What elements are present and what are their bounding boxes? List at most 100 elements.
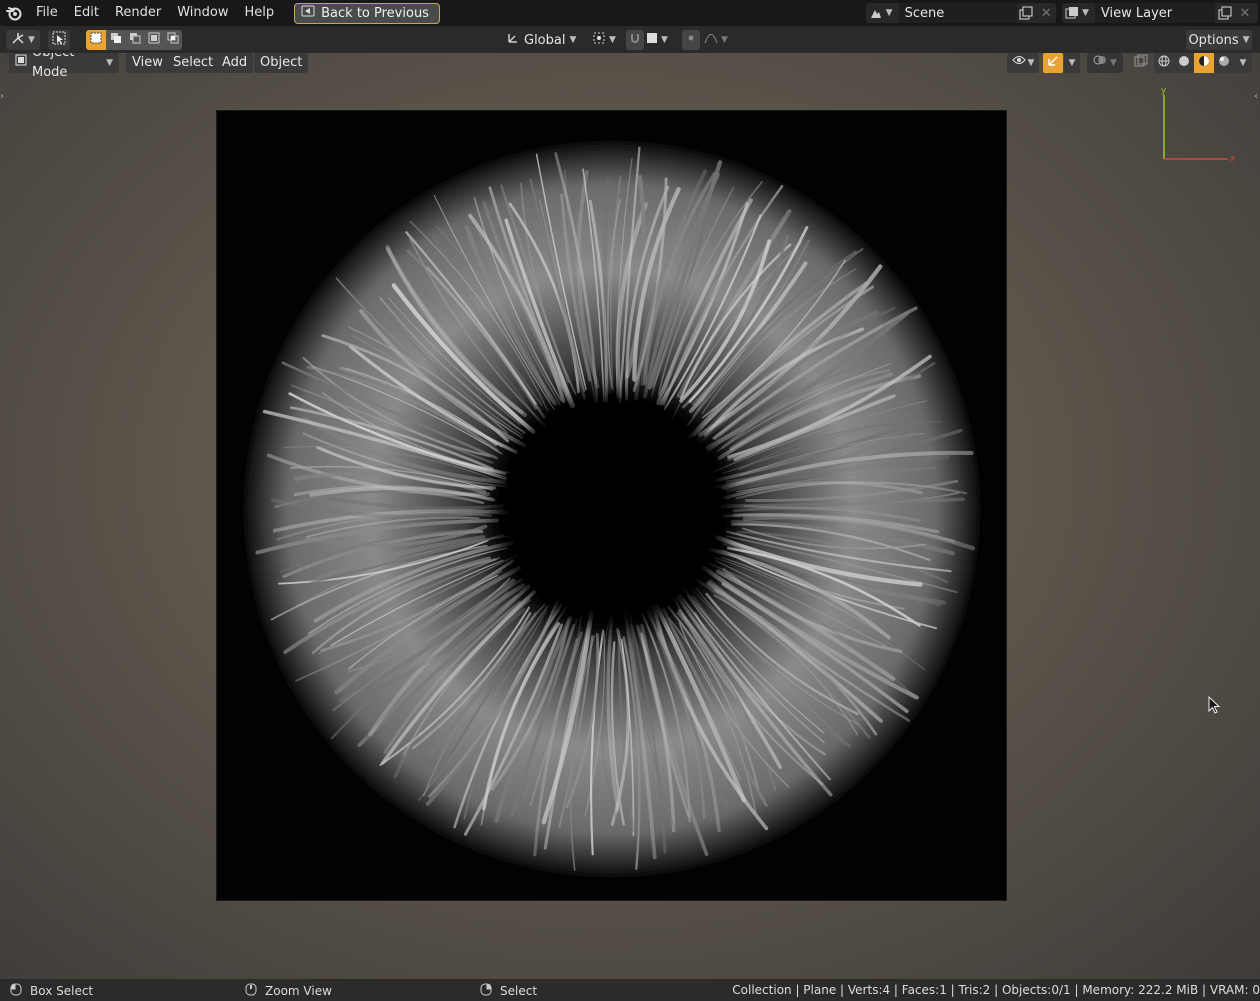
object-mode-icon [15,53,27,73]
blender-logo-icon[interactable] [0,0,28,26]
x-axis-label: x [1230,154,1236,164]
chevron-down-icon: ▼ [28,35,35,45]
textured-plane[interactable] [216,110,1007,901]
back-to-previous-button[interactable]: Back to Previous [294,2,440,24]
rendered-shading-button[interactable] [1214,53,1234,73]
menu-render[interactable]: Render [107,2,169,24]
back-to-previous-label: Back to Previous [321,5,429,21]
rendered-sphere-icon [1218,55,1230,71]
falloff-curve-icon [704,32,718,48]
selection-mode-group [86,30,182,50]
proportional-falloff-dropdown[interactable]: ▼ [704,30,734,50]
mouse-right-icon [480,983,492,999]
orientation-label: Global [524,32,566,48]
xray-toggle[interactable] [1131,53,1151,73]
tool-header: ▼ Global ▼ ▼ ▼ ▼ Options ▼ [0,26,1260,53]
transform-orientation-dropdown[interactable]: Global ▼ [506,30,584,50]
scene-icon [866,3,886,23]
close-icon[interactable]: ✕ [1036,3,1056,23]
mode-new-selection-button[interactable] [86,30,106,50]
duplicate-view-layer-icon[interactable] [1215,3,1235,23]
chevron-down-icon: ▼ [721,35,728,45]
chevron-down-icon: ▼ [1110,58,1117,68]
viewport-menu-select[interactable]: Select [167,53,220,73]
viewport-menu-object[interactable]: Object [254,53,309,73]
wireframe-shading-button[interactable] [1154,53,1174,73]
y-axis-label: y [1161,86,1167,96]
chevron-down-icon: ▼ [1027,58,1035,68]
gizmo-dropdown[interactable]: ▼ [1064,53,1080,73]
mode-intersect-selection-button[interactable] [163,30,182,50]
mode-invert-selection-button[interactable] [144,30,163,50]
solid-shading-button[interactable] [1174,53,1194,73]
status-bar: Box Select Zoom View Select Collection |… [0,979,1260,1001]
mouse-cursor-icon [1208,696,1221,714]
solid-sphere-icon [1178,55,1190,71]
axis-gizmo[interactable]: y x [1158,85,1238,165]
xray-icon [1134,54,1148,72]
scene-selector[interactable]: ▼ Scene ✕ [866,3,1056,23]
box-select-hint: Box Select [30,984,94,998]
menu-edit[interactable]: Edit [66,2,107,24]
pivot-point-dropdown[interactable]: ▼ [592,30,622,50]
overlays-icon [1093,53,1107,74]
invert-selection-icon [148,32,160,48]
chevron-down-icon: ▼ [1239,58,1247,68]
snap-toggle[interactable] [626,30,644,50]
visibility-dropdown[interactable]: ▼ [1007,53,1039,73]
view-layer-icon [1062,3,1082,23]
snap-target-dropdown[interactable]: ▼ [646,30,678,50]
wireframe-sphere-icon [1158,55,1170,71]
options-dropdown[interactable]: Options ▼ [1186,30,1252,50]
snap-increment-icon [646,32,658,48]
gizmo-icon [1046,54,1060,72]
eye-icon [1011,53,1026,73]
proportional-editing-toggle[interactable] [682,30,700,50]
iris-texture-image [244,141,980,877]
chevron-down-icon: ▼ [106,58,113,68]
menu-help[interactable]: Help [237,2,283,24]
subtract-selection-icon [129,32,141,48]
viewport-menu-add[interactable]: Add [216,53,254,73]
shading-mode-group: ▼ [1154,53,1252,73]
proportional-dot-icon [685,32,697,48]
cursor-select-icon [52,31,66,49]
zoom-view-hint: Zoom View [265,984,332,998]
mode-subtract-selection-button[interactable] [125,30,144,50]
new-selection-icon [90,32,102,48]
object-mode-dropdown[interactable]: Object Mode ▼ [9,53,119,80]
viewport-icon [11,31,25,49]
menu-window[interactable]: Window [169,2,236,24]
chevron-down-icon: ▼ [1242,35,1250,45]
gizmo-toggle[interactable] [1043,53,1063,73]
back-icon [301,5,315,21]
editor-type-dropdown[interactable]: ▼ [6,30,40,50]
close-icon[interactable]: ✕ [1235,3,1255,23]
chevron-down-icon: ▼ [609,35,616,45]
orientation-axes-icon [506,31,520,49]
viewport-menu-view[interactable]: View [126,53,169,73]
select-tool-button[interactable] [48,30,70,50]
mouse-left-icon [10,983,22,999]
status-select: Select [480,983,537,999]
extend-selection-icon [110,32,122,48]
chevron-down-icon: ▼ [661,35,668,45]
object-mode-label: Object Mode [32,53,74,80]
view-layer-selector[interactable]: ▼ View Layer ✕ [1062,3,1258,23]
overlays-dropdown[interactable]: ▼ [1087,53,1123,73]
duplicate-scene-icon[interactable] [1017,3,1037,23]
menu-file[interactable]: File [28,2,66,24]
chevron-down-icon: ▼ [1082,8,1089,18]
view-layer-name[interactable]: View Layer [1095,6,1172,21]
3d-viewport[interactable]: Object Mode ▼ View Select Add Object ▼ ▼… [0,53,1260,979]
magnet-icon [629,32,641,48]
scene-name[interactable]: Scene [899,6,945,21]
sidebar-expand-arrow-icon[interactable]: ‹ [1254,91,1258,102]
pivot-icon [592,31,606,49]
mode-extend-selection-button[interactable] [106,30,125,50]
mouse-middle-icon [245,983,257,999]
shading-options-dropdown[interactable]: ▼ [1234,53,1252,73]
toolbar-expand-arrow-icon[interactable]: › [0,91,4,102]
options-label: Options [1188,32,1239,48]
material-preview-shading-button[interactable] [1194,53,1214,73]
